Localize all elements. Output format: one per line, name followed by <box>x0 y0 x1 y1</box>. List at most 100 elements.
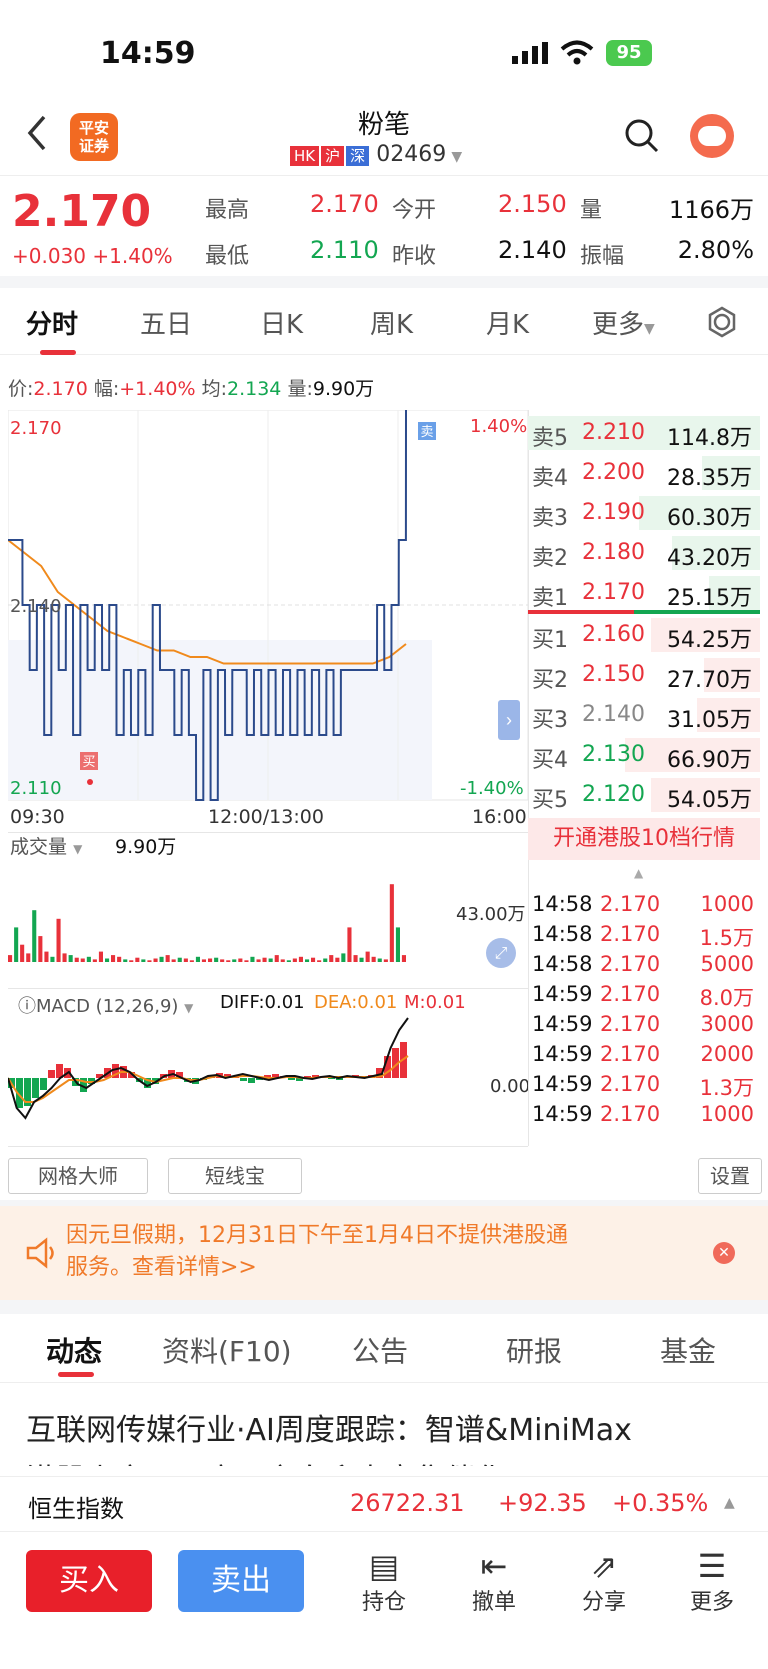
macd-chart <box>8 1017 409 1120</box>
info-vol-label: 量: <box>287 378 313 400</box>
avatar[interactable] <box>690 114 734 158</box>
sell-button[interactable]: 卖出 <box>178 1550 304 1612</box>
index-ticker[interactable]: 恒生指数 26722.31 +92.35 +0.35% ▲ <box>0 1476 768 1532</box>
x-axis-start: 09:30 <box>10 806 65 828</box>
buy-level-4[interactable]: 买4 2.130 66.90万 <box>528 736 760 774</box>
trade-volume: 1000 <box>700 1102 754 1126</box>
label-open: 今开 <box>392 198 437 223</box>
buy-button[interactable]: 买入 <box>26 1550 152 1612</box>
volume-bar <box>135 957 140 962</box>
macd-dea: DEA:0.01 <box>314 992 398 1013</box>
grid-master-button[interactable]: 网格大师 <box>8 1158 148 1194</box>
scroll-up-icon[interactable]: ▲ <box>634 866 643 880</box>
news-item[interactable]: 互联网传媒行业·AI周度跟踪：智谱&MiniMax 港股上市，AI应用方向迎来密… <box>26 1406 746 1466</box>
sell-level-1[interactable]: 卖5 2.210 114.8万 <box>528 414 760 452</box>
volume-bar <box>298 956 303 962</box>
more-label: 更多 <box>689 1590 734 1615</box>
level-volume: 66.90万 <box>667 748 752 773</box>
trade-time: 14:58 <box>532 892 593 916</box>
status-time: 14:59 <box>100 36 196 71</box>
volume-bar <box>56 918 61 962</box>
macd-bar <box>40 1078 47 1090</box>
sell-level-3[interactable]: 卖3 2.190 60.30万 <box>528 494 760 532</box>
trade-time: 14:59 <box>532 982 593 1006</box>
volume-bar <box>232 959 237 962</box>
macd-bar <box>248 1078 255 1083</box>
share-icon: ⇗ <box>590 1547 618 1585</box>
volume-bar <box>20 944 25 962</box>
buy-level-3[interactable]: 买3 2.140 31.05万 <box>528 696 760 734</box>
holiday-notice[interactable]: 因元旦假期，12月31日下午至1月4日不提供港股通 服务。查看详情>> ✕ <box>0 1206 768 1300</box>
tab-daily-k[interactable]: 日K <box>260 304 303 341</box>
buy-level-5[interactable]: 买5 2.120 54.05万 <box>528 776 760 814</box>
level-volume: 43.20万 <box>667 546 752 571</box>
sell-level-5[interactable]: 卖1 2.170 25.15万 <box>528 574 760 612</box>
tab-f10[interactable]: 资料(F10) <box>162 1330 292 1370</box>
value-volume: 1166万 <box>668 196 754 224</box>
trade-volume: 1.5万 <box>699 926 754 950</box>
y-axis-top: 2.170 <box>10 418 62 439</box>
bottom-tab-indicator <box>58 1372 94 1377</box>
tab-more[interactable]: 更多▼ <box>592 304 655 341</box>
macd-dea-line <box>8 1055 409 1103</box>
tab-announcement[interactable]: 公告 <box>352 1330 408 1370</box>
volume-bar <box>50 956 55 962</box>
volume-bar <box>238 958 243 962</box>
level-price: 2.170 <box>582 580 645 605</box>
notice-line2[interactable]: 服务。查看详情>> <box>66 1252 568 1284</box>
cancel-order-button[interactable]: ⇤ 撤单 <box>454 1548 534 1616</box>
volume-bar <box>347 927 352 962</box>
volume-bar <box>365 951 370 962</box>
volume-bar <box>353 955 358 962</box>
close-icon[interactable]: ✕ <box>713 1242 735 1264</box>
tab-weekly-k[interactable]: 周K <box>370 304 413 341</box>
share-button[interactable]: ⇗ 分享 <box>564 1548 644 1616</box>
macd-caret-icon: ▼ <box>184 1001 194 1015</box>
short-line-button[interactable]: 短线宝 <box>168 1158 302 1194</box>
label-volume: 量 <box>580 198 603 223</box>
level-label: 买3 <box>532 708 568 733</box>
level-volume: 28.35万 <box>667 466 752 491</box>
buy-level-2[interactable]: 买2 2.150 27.70万 <box>528 656 760 694</box>
y-axis-mid: 2.140 <box>10 596 62 617</box>
change-abs: +0.030 <box>12 244 87 268</box>
label-prev: 昨收 <box>392 244 437 269</box>
level-label: 买5 <box>532 788 568 813</box>
tab-more-caret-icon: ▼ <box>644 321 655 337</box>
volume-bar <box>274 955 279 962</box>
volume-bar <box>38 936 43 962</box>
tab-five-day[interactable]: 五日 <box>140 304 192 341</box>
signal-icon <box>512 42 548 64</box>
tab-news[interactable]: 动态 <box>46 1330 102 1370</box>
holdings-button[interactable]: ▤ 持仓 <box>344 1548 424 1616</box>
volume-bar <box>74 957 79 962</box>
wifi-icon <box>560 40 594 65</box>
volume-bar <box>214 957 219 962</box>
search-icon[interactable] <box>624 118 660 154</box>
sell-level-2[interactable]: 卖4 2.200 28.35万 <box>528 454 760 492</box>
fullscreen-icon[interactable]: ⤢ <box>486 938 516 968</box>
trade-price: 2.170 <box>600 892 661 916</box>
tab-research[interactable]: 研报 <box>506 1330 562 1370</box>
volume-bar <box>171 959 176 962</box>
volume-bar <box>68 955 73 962</box>
level-volume: 54.05万 <box>667 788 752 813</box>
pct-axis-bottom: -1.40% <box>460 778 524 799</box>
more-button[interactable]: ☰ 更多 <box>672 1548 752 1616</box>
intraday-chart[interactable]: 卖 买 › <box>8 410 528 810</box>
expand-up-icon: ▲ <box>724 1495 735 1511</box>
tab-intraday[interactable]: 分时 <box>26 304 78 341</box>
volume-bar <box>111 955 116 962</box>
tab-monthly-k[interactable]: 月K <box>486 304 529 341</box>
buy-level-1[interactable]: 买1 2.160 54.25万 <box>528 616 760 654</box>
index-pct: +0.35% <box>612 1489 709 1517</box>
volume-bar <box>208 958 213 962</box>
upgrade-level2-link[interactable]: 开通港股10档行情 <box>528 818 760 860</box>
macd-diff: DIFF:0.01 <box>220 992 305 1013</box>
stock-code-row[interactable]: HK 沪深 02469 ▼ <box>290 142 462 168</box>
sell-level-4[interactable]: 卖2 2.180 43.20万 <box>528 534 760 572</box>
trade-price: 2.170 <box>600 952 661 976</box>
settings-button[interactable]: 设置 <box>698 1158 762 1194</box>
gear-icon[interactable] <box>706 306 738 338</box>
tab-fund[interactable]: 基金 <box>660 1330 716 1370</box>
